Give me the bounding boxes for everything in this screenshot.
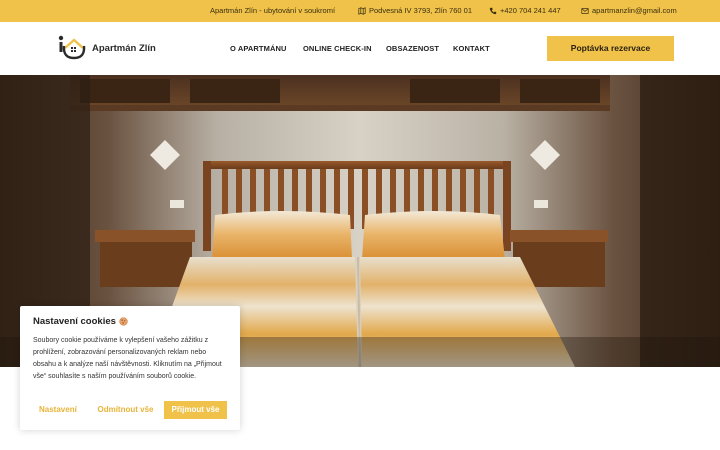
phone-link[interactable]: +420 704 241 447 xyxy=(489,0,561,22)
cookie-description: Soubory cookie používáme k vylepšení vaš… xyxy=(33,337,222,380)
cookie-reject-button[interactable]: Odmítnout vše xyxy=(88,401,163,419)
cookie-buttons: Nastavení Odmítnout vše Přijmout vše xyxy=(33,401,227,419)
phone-icon xyxy=(489,7,497,15)
email-link[interactable]: apartmanzlin@gmail.com xyxy=(581,0,677,22)
cookie-consent-dialog: Nastavení cookies Soubory cookie používá… xyxy=(20,306,240,430)
address[interactable]: Podvesná IV 3793, Zlín 760 01 xyxy=(358,0,472,22)
map-icon xyxy=(358,7,366,15)
logo-house-icon xyxy=(58,35,86,60)
top-info-bar: Apartmán Zlín - ubytování v soukromí Pod… xyxy=(0,0,720,22)
site-header: Apartmán Zlín O APARTMÁNU ONLINE CHECK-I… xyxy=(0,22,720,75)
nav-online-check-in[interactable]: ONLINE CHECK-IN xyxy=(303,22,372,75)
cookie-title: Nastavení cookies xyxy=(33,316,227,327)
nav-o-apartmanu[interactable]: O APARTMÁNU xyxy=(230,22,287,75)
cookie-icon xyxy=(119,317,128,326)
reservation-button[interactable]: Poptávka rezervace xyxy=(547,36,674,61)
nav-obsazenost[interactable]: OBSAZENOST xyxy=(386,22,439,75)
logo[interactable]: Apartmán Zlín xyxy=(58,35,156,61)
cookie-accept-button[interactable]: Přijmout vše xyxy=(164,401,227,419)
tagline: Apartmán Zlín - ubytování v soukromí xyxy=(210,6,336,15)
nav-kontakt[interactable]: KONTAKT xyxy=(453,22,490,75)
mail-icon xyxy=(581,8,589,14)
cookie-settings-button[interactable]: Nastavení xyxy=(33,401,81,419)
logo-text: Apartmán Zlín xyxy=(92,42,156,54)
